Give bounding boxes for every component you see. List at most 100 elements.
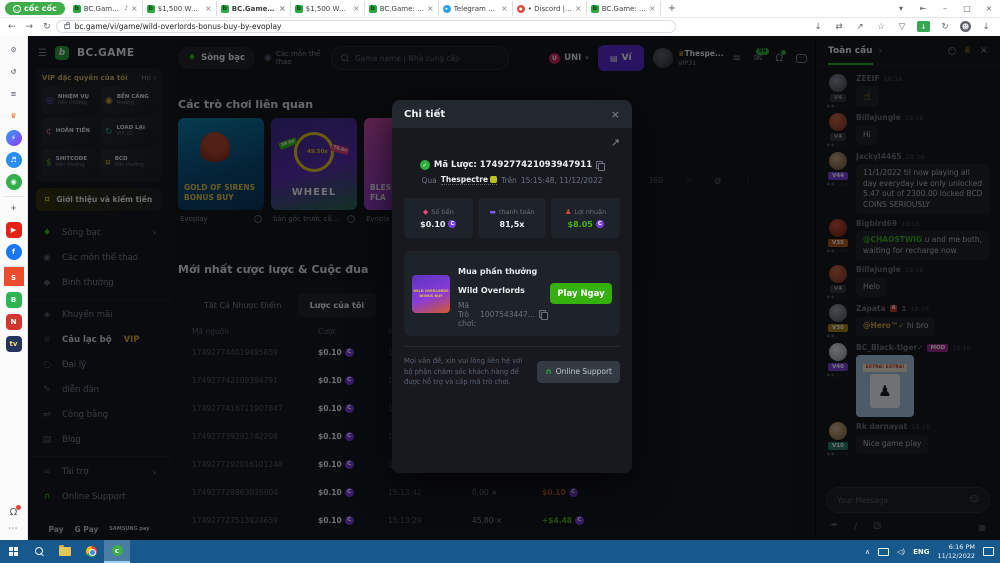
tab-close-icon[interactable]: × <box>279 4 286 13</box>
browser-tab[interactable]: BC.Game: Crypto ♪ × <box>69 1 143 16</box>
tab-close-icon[interactable]: × <box>427 4 434 13</box>
bet-stats: ◆Số tiền $0.10 ▬thanh toán 81,5x ♟Lợi nh… <box>404 198 620 238</box>
sidebar-app-icon[interactable]: ◉ <box>6 174 22 190</box>
stat-box: ◆Số tiền $0.10 <box>404 198 473 238</box>
tray-time: 6:16 PM <box>938 543 975 552</box>
modal-close-icon[interactable]: × <box>611 108 620 121</box>
medal-icon <box>490 176 497 183</box>
game-info-card: WILD OVERLORDS BONUS BUY Mua phần thưởng… <box>404 251 620 336</box>
coin-icon <box>596 220 604 228</box>
taskbar-search-icon[interactable] <box>26 540 52 563</box>
nav-icon[interactable]: → <box>26 22 34 32</box>
action-center-icon[interactable] <box>983 547 994 556</box>
url-field[interactable]: bc.game/vi/game/wild-overlords-bonus-buy… <box>56 20 676 33</box>
sidebar-app-icon[interactable]: ⚙ <box>6 42 22 58</box>
browser-tab[interactable]: $1,500 Weekend Ev… × <box>291 1 365 16</box>
tab-close-icon[interactable]: × <box>575 4 582 13</box>
toolbar-icon[interactable]: ↓ <box>980 22 992 32</box>
bet-details-modal: Chi tiết × ↗ ✓ Mã Lược: 1749277421093947… <box>392 100 632 473</box>
coccoc-logo[interactable]: ◡ cốc cốc <box>5 2 65 15</box>
browser-tab[interactable]: • Discord | #gam… × <box>513 1 587 16</box>
toolbar-icon[interactable]: ☻ <box>960 21 971 32</box>
play-now-button[interactable]: Play Ngay <box>550 283 612 304</box>
language-indicator[interactable]: ENG <box>913 548 929 556</box>
browser-tab[interactable]: BC.Game: Crypto Ca… × <box>365 1 439 16</box>
toolbar-icon[interactable]: ↓ <box>812 22 824 32</box>
coccoc-taskbar-icon[interactable]: c <box>104 540 130 563</box>
online-support-button[interactable]: ∩ Online Support <box>537 361 620 383</box>
more-icon[interactable]: ⋯ <box>9 524 19 534</box>
nav-icon[interactable]: ← <box>8 22 16 32</box>
browser-tab[interactable]: Telegram Web × <box>439 1 513 16</box>
stat-box: ♟Lợi nhuận $8.05 <box>551 198 620 238</box>
sidebar-app-icon[interactable]: ⚡ <box>6 130 22 146</box>
bet-datetime: 15:15:48, 11/12/2022 <box>521 176 603 185</box>
browser-tab[interactable]: BC.Game: Trò chơi s… × <box>217 1 291 16</box>
toolbar-icon[interactable]: ⇄ <box>833 22 845 32</box>
new-tab-button[interactable]: + <box>661 3 683 14</box>
stat-label: thanh toán <box>499 208 535 216</box>
sidebar-app-icon[interactable]: S <box>4 266 24 286</box>
sidebar-app-icon[interactable]: ≡ <box>6 86 22 102</box>
stat-icon: ◆ <box>423 208 428 216</box>
sidebar-app-icon[interactable]: N <box>6 314 22 330</box>
stat-value: $0.10 <box>420 220 445 229</box>
window-control-icon[interactable]: □ <box>956 4 978 13</box>
stat-icon: ♟ <box>565 208 571 216</box>
sidebar-app-icon[interactable]: f <box>6 244 22 260</box>
tab-close-icon[interactable]: × <box>649 4 656 13</box>
lock-icon <box>64 24 70 29</box>
toolbar-icon[interactable]: ▽ <box>896 22 908 32</box>
toolbar-icon[interactable]: ↓ <box>917 21 930 32</box>
tab-favicon <box>73 5 81 13</box>
copy-icon[interactable] <box>539 310 547 319</box>
game-name: Mua phần thưởng Wild Overlords <box>458 267 537 295</box>
browser-tab[interactable]: BC.Game: Crypto Ca… × <box>587 1 661 16</box>
copy-icon[interactable] <box>596 161 604 170</box>
stat-box: ▬thanh toán 81,5x <box>478 198 547 238</box>
window-control-icon[interactable]: – <box>934 4 956 13</box>
window-control-icon[interactable]: ▾ <box>890 4 912 13</box>
tab-close-icon[interactable]: × <box>131 4 138 13</box>
verified-shield-icon: ✓ <box>420 160 430 170</box>
tab-title: BC.Game: Trò chơi s… <box>232 5 276 13</box>
tab-close-icon[interactable]: × <box>501 4 508 13</box>
toolbar-icon[interactable]: ↗ <box>854 22 866 32</box>
tab-close-icon[interactable]: × <box>353 4 360 13</box>
game-id: 1007543447... <box>480 310 535 319</box>
tab-close-icon[interactable]: × <box>205 4 212 13</box>
bet-user-link[interactable]: Thespectre <box>441 175 497 185</box>
toolbar-icon[interactable]: ☆ <box>875 22 887 32</box>
notification-dot <box>16 505 21 510</box>
sidebar-app-icon[interactable]: B <box>6 292 22 308</box>
sidebar-app-icon[interactable]: ▶ <box>6 222 22 238</box>
game-thumbnail[interactable]: WILD OVERLORDS BONUS BUY <box>412 275 450 313</box>
tab-audio-icon[interactable]: ♪ <box>124 5 128 12</box>
sidebar-app-icon[interactable]: ♬ <box>6 152 22 168</box>
stat-value: $8.05 <box>568 220 593 229</box>
notification-bell-icon[interactable]: Ω <box>10 507 18 518</box>
sidebar-app-icon[interactable]: ↺ <box>6 64 22 80</box>
browser-chrome: ◡ cốc cốc BC.Game: Crypto ♪ × $1,500 Wee… <box>0 0 1000 36</box>
sidebar-app-icon[interactable]: ♛ <box>6 108 22 124</box>
display-icon[interactable] <box>878 548 889 556</box>
nav-icon[interactable]: ↻ <box>43 22 51 32</box>
tab-title: Telegram Web <box>454 5 498 13</box>
window-control-icon[interactable]: ⇤ <box>912 4 934 13</box>
sidebar-app-icon[interactable]: + <box>4 196 24 216</box>
sidebar-app-icon[interactable]: tv <box>6 336 22 352</box>
start-button[interactable] <box>0 540 26 563</box>
window-control-icon[interactable]: × <box>978 4 1000 13</box>
browser-tab[interactable]: $1,500 Weekend Ev… × <box>143 1 217 16</box>
speaker-icon[interactable]: ◁) <box>897 548 905 556</box>
share-icon[interactable]: ↗ <box>404 136 620 154</box>
file-explorer-icon[interactable] <box>52 540 78 563</box>
toolbar-icon[interactable]: ↻ <box>939 22 951 32</box>
on-label: Trên <box>501 176 517 185</box>
tab-title: BC.Game: Crypto Ca… <box>380 5 424 13</box>
tab-favicon <box>443 5 451 13</box>
tab-title: BC.Game: Crypto <box>84 5 121 13</box>
chrome-icon[interactable] <box>78 540 104 563</box>
taskbar-clock[interactable]: 6:16 PM 11/12/2022 <box>938 543 975 561</box>
tray-chevron-icon[interactable]: ∧ <box>865 548 870 556</box>
